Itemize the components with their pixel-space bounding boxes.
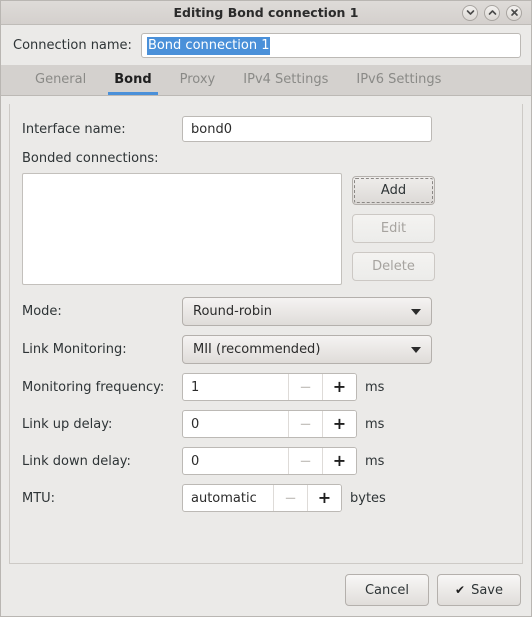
mode-row: Mode: Round-robin — [22, 297, 510, 326]
cancel-button[interactable]: Cancel — [345, 574, 429, 606]
link-monitoring-select[interactable]: MII (recommended) — [182, 335, 432, 364]
mode-value: Round-robin — [193, 304, 272, 319]
interface-name-label: Interface name: — [22, 121, 126, 137]
title-bar: Editing Bond connection 1 — [1, 1, 531, 25]
bonded-connections-area: Add Edit Delete — [22, 173, 510, 285]
delete-button[interactable]: Delete — [352, 252, 435, 281]
link-up-delay-stepper[interactable]: 0 − + — [182, 410, 357, 438]
mtu-row: MTU: automatic − + bytes — [22, 484, 510, 512]
chevron-down-icon — [411, 308, 421, 315]
tab-ipv6-settings[interactable]: IPv6 Settings — [342, 73, 455, 95]
check-icon: ✔ — [455, 583, 466, 597]
monitoring-frequency-value[interactable]: 1 — [183, 374, 288, 400]
interface-name-row: Interface name: bond0 — [22, 116, 510, 142]
connection-name-value: Bond connection 1 — [146, 36, 271, 55]
bond-tab-panel: Interface name: bond0 Bonded connections… — [9, 104, 523, 564]
interface-name-input[interactable]: bond0 — [182, 116, 432, 142]
connection-name-input[interactable]: Bond connection 1 — [140, 33, 521, 58]
mode-select[interactable]: Round-robin — [182, 297, 432, 326]
monitoring-frequency-increment[interactable]: + — [322, 374, 356, 400]
mtu-label: MTU: — [22, 490, 56, 506]
mtu-unit: bytes — [350, 490, 386, 506]
mtu-value[interactable]: automatic — [183, 485, 273, 511]
link-up-delay-unit: ms — [365, 416, 385, 432]
link-monitoring-row: Link Monitoring: MII (recommended) — [22, 335, 510, 364]
edit-button[interactable]: Edit — [352, 214, 435, 243]
save-button[interactable]: ✔ Save — [437, 574, 521, 606]
minimize-button[interactable] — [462, 4, 478, 21]
chevron-down-icon — [411, 346, 421, 353]
mtu-increment[interactable]: + — [307, 485, 341, 511]
bonded-connections-buttons: Add Edit Delete — [352, 173, 435, 281]
maximize-button[interactable] — [484, 4, 500, 21]
chevron-up-icon — [488, 10, 496, 15]
tab-bond[interactable]: Bond — [100, 73, 165, 95]
editing-bond-connection-dialog: Editing Bond connection 1 Connection nam… — [0, 0, 532, 617]
mode-label: Mode: — [22, 304, 62, 319]
mtu-decrement[interactable]: − — [273, 485, 307, 511]
link-down-delay-decrement[interactable]: − — [288, 448, 322, 474]
bonded-connections-label: Bonded connections: — [22, 151, 159, 166]
monitoring-frequency-row: Monitoring frequency: 1 − + ms — [22, 373, 510, 401]
monitoring-frequency-label: Monitoring frequency: — [22, 379, 165, 395]
window-title: Editing Bond connection 1 — [173, 4, 359, 20]
link-monitoring-label: Link Monitoring: — [22, 342, 127, 357]
link-up-delay-label: Link up delay: — [22, 416, 113, 432]
add-button[interactable]: Add — [352, 176, 435, 205]
connection-name-row: Connection name: Bond connection 1 — [1, 25, 531, 65]
save-button-label: Save — [471, 582, 503, 598]
close-icon — [510, 9, 518, 16]
monitoring-frequency-stepper[interactable]: 1 − + — [182, 373, 357, 401]
tab-general[interactable]: General — [21, 73, 100, 95]
link-up-delay-decrement[interactable]: − — [288, 411, 322, 437]
link-down-delay-label: Link down delay: — [22, 453, 131, 469]
link-down-delay-row: Link down delay: 0 − + ms — [22, 447, 510, 475]
bonded-connections-list[interactable] — [22, 173, 342, 285]
tab-ipv4-settings[interactable]: IPv4 Settings — [229, 73, 342, 95]
dialog-footer: Cancel ✔ Save — [1, 564, 531, 616]
link-monitoring-value: MII (recommended) — [193, 342, 321, 357]
tab-content-wrapper: Interface name: bond0 Bonded connections… — [1, 96, 531, 564]
link-down-delay-increment[interactable]: + — [322, 448, 356, 474]
link-up-delay-increment[interactable]: + — [322, 411, 356, 437]
mtu-stepper[interactable]: automatic − + — [182, 484, 342, 512]
link-down-delay-stepper[interactable]: 0 − + — [182, 447, 357, 475]
connection-name-label: Connection name: — [13, 38, 132, 53]
tab-proxy[interactable]: Proxy — [166, 73, 230, 95]
link-down-delay-unit: ms — [365, 453, 385, 469]
window-controls — [462, 4, 531, 21]
link-up-delay-value[interactable]: 0 — [183, 411, 288, 437]
monitoring-frequency-unit: ms — [365, 379, 385, 395]
link-up-delay-row: Link up delay: 0 − + ms — [22, 410, 510, 438]
chevron-down-icon — [466, 10, 474, 15]
tab-bar: General Bond Proxy IPv4 Settings IPv6 Se… — [1, 65, 531, 96]
link-down-delay-value[interactable]: 0 — [183, 448, 288, 474]
monitoring-frequency-decrement[interactable]: − — [288, 374, 322, 400]
close-button[interactable] — [506, 4, 522, 21]
